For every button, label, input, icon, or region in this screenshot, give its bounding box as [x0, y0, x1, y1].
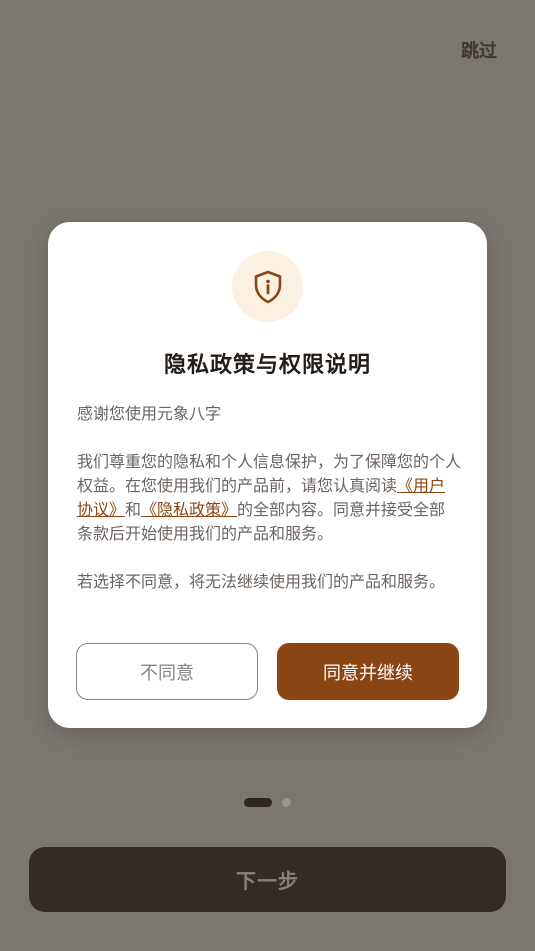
- policy-paragraph: 我们尊重您的隐私和个人信息保护，为了保障您的个人权益。在您使用我们的产品前，请您…: [77, 450, 461, 546]
- onboarding-screen: 跳过 隐私政策与权限说明 感谢您使用元象八字 我们尊重您的隐私和个人信息保护，为…: [0, 0, 535, 951]
- page-indicator: [244, 798, 291, 807]
- page-dot-active: [244, 798, 272, 807]
- disagree-button[interactable]: 不同意: [76, 643, 258, 700]
- greeting-text: 感谢您使用元象八字: [77, 404, 222, 423]
- privacy-policy-link[interactable]: 《隐私政策》: [141, 500, 237, 519]
- policy-text-and: 和: [125, 500, 142, 519]
- shield-info-icon-svg: [254, 270, 281, 303]
- dialog-body: 感谢您使用元象八字 我们尊重您的隐私和个人信息保护，为了保障您的个人权益。在您使…: [77, 402, 461, 618]
- dialog-title: 隐私政策与权限说明: [163, 353, 371, 378]
- disagree-notice: 若选择不同意，将无法继续使用我们的产品和服务。: [77, 572, 446, 591]
- next-step-button[interactable]: 下一步: [29, 847, 506, 912]
- skip-button[interactable]: 跳过: [461, 37, 497, 63]
- shield-info-icon: [232, 251, 303, 322]
- page-dot: [282, 798, 291, 807]
- agree-continue-button[interactable]: 同意并继续: [277, 643, 459, 700]
- privacy-dialog: 隐私政策与权限说明 感谢您使用元象八字 我们尊重您的隐私和个人信息保护，为了保障…: [48, 222, 487, 728]
